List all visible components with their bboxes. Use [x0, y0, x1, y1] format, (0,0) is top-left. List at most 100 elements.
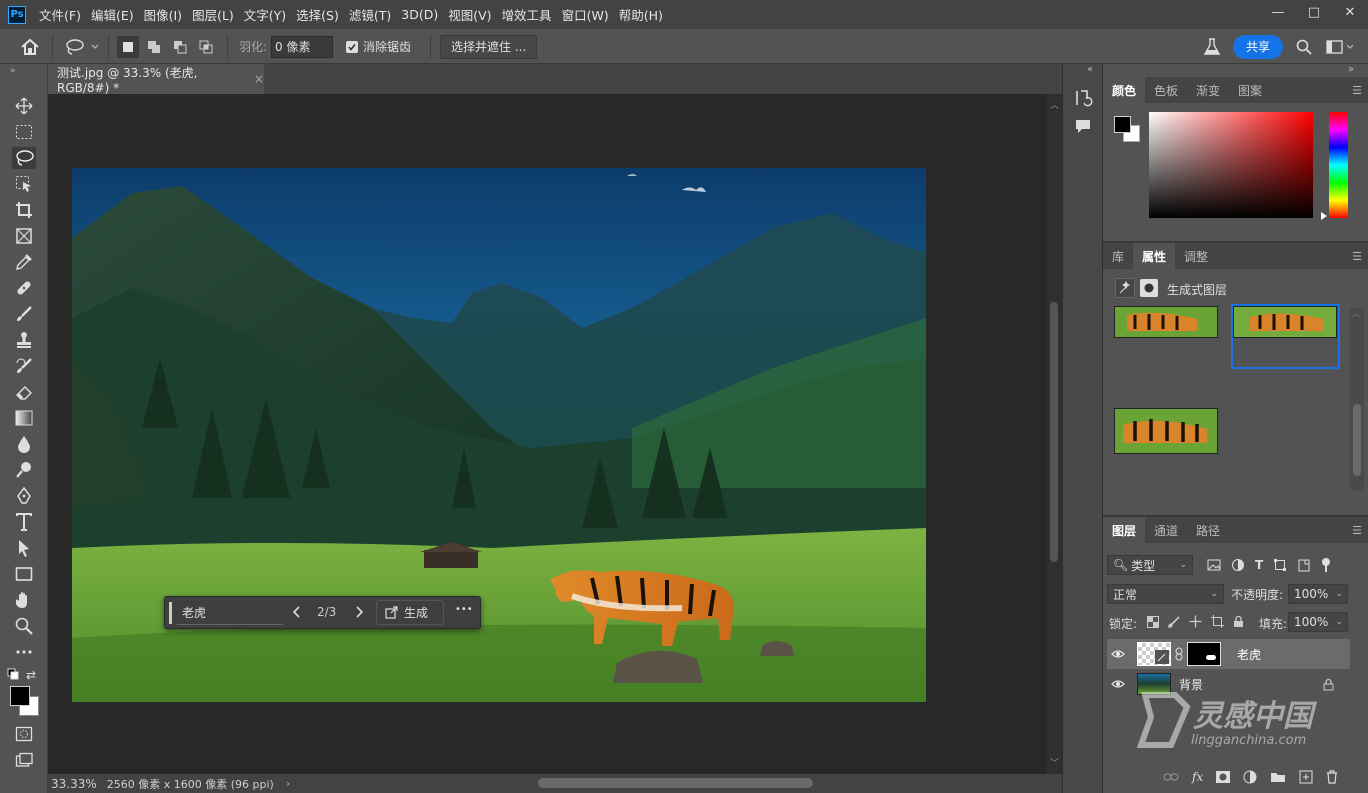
tab-gradients[interactable]: 渐变 [1187, 77, 1229, 103]
add-selection-button[interactable] [143, 36, 165, 58]
fill-input[interactable]: 100% ⌄ [1288, 612, 1348, 632]
type-tool-icon[interactable] [12, 511, 36, 533]
antialias-checkbox[interactable] [346, 40, 358, 53]
quick-mask-icon[interactable] [12, 723, 36, 745]
menu-select[interactable]: 选择(S) [291, 5, 344, 24]
layer-mask-thumbnail[interactable] [1187, 642, 1221, 666]
variation-thumbnail-3[interactable] [1114, 408, 1218, 454]
close-window-button[interactable]: ✕ [1332, 0, 1368, 24]
prompt-input[interactable]: 老虎 [177, 601, 283, 625]
document-tab[interactable]: 测试.jpg @ 33.3% (老虎, RGB/8#) * × [48, 64, 264, 95]
zoom-tool-icon[interactable] [12, 615, 36, 637]
home-icon[interactable] [20, 29, 40, 64]
hand-tool-icon[interactable] [12, 589, 36, 611]
properties-scroll-thumb[interactable] [1353, 404, 1361, 476]
more-tools-icon[interactable] [12, 641, 36, 663]
feather-input[interactable] [271, 35, 334, 58]
flask-icon[interactable] [1204, 29, 1220, 64]
history-brush-tool-icon[interactable] [12, 355, 36, 377]
filter-toggle-icon[interactable] [1321, 557, 1331, 573]
frame-tool-icon[interactable] [12, 225, 36, 247]
menu-view[interactable]: 视图(V) [443, 5, 496, 24]
tab-channels[interactable]: 通道 [1145, 517, 1187, 543]
tab-color[interactable]: 颜色 [1103, 77, 1146, 103]
layer-filter-select[interactable]: 🔍︎ 类型 ⌄ [1107, 555, 1193, 575]
layers-panel-menu-icon[interactable]: ☰ [1352, 524, 1362, 537]
filter-type-icon[interactable]: T [1255, 558, 1263, 572]
blur-tool-icon[interactable] [12, 433, 36, 455]
opacity-input[interactable]: 100% ⌄ [1288, 584, 1348, 604]
default-colors-icon[interactable] [7, 668, 19, 683]
filter-shape-icon[interactable] [1273, 558, 1287, 572]
share-button[interactable]: 共享 [1233, 34, 1283, 59]
link-layers-icon[interactable] [1163, 772, 1179, 782]
search-icon[interactable] [1296, 29, 1312, 64]
menu-plugins[interactable]: 增效工具 [497, 5, 557, 24]
crop-tool-icon[interactable] [12, 199, 36, 221]
menu-3d[interactable]: 3D(D) [396, 7, 443, 22]
properties-scrollbar[interactable]: ︿ [1350, 308, 1364, 490]
lock-position-icon[interactable] [1189, 615, 1202, 628]
vertical-scrollbar[interactable]: ︿ ﹀ [1046, 94, 1062, 774]
variation-thumbnail-1[interactable] [1114, 306, 1218, 338]
tab-properties[interactable]: 属性 [1133, 243, 1176, 269]
intersect-selection-button[interactable] [195, 36, 217, 58]
lock-all-icon[interactable] [1233, 615, 1244, 628]
close-tab-icon[interactable]: × [254, 72, 264, 86]
marquee-tool-icon[interactable] [12, 121, 36, 143]
previous-variation-icon[interactable] [292, 604, 302, 623]
drag-handle[interactable] [169, 602, 172, 624]
history-icon[interactable] [1073, 88, 1093, 111]
new-group-icon[interactable] [1270, 771, 1286, 783]
tab-adjustments[interactable]: 调整 [1175, 243, 1217, 269]
color-field[interactable] [1149, 112, 1313, 218]
layer-style-icon[interactable]: fx [1192, 770, 1203, 784]
pen-tool-icon[interactable] [12, 485, 36, 507]
menu-edit[interactable]: 编辑(E) [86, 5, 139, 24]
lasso-preset-picker[interactable] [64, 29, 100, 64]
visibility-eye-icon[interactable] [1107, 669, 1129, 699]
gradient-tool-icon[interactable] [12, 407, 36, 429]
menu-layer[interactable]: 图层(L) [187, 5, 239, 24]
dodge-tool-icon[interactable] [12, 459, 36, 481]
more-options-icon[interactable]: ••• [455, 604, 473, 615]
comments-icon[interactable] [1074, 118, 1092, 137]
filter-pixel-icon[interactable] [1207, 558, 1221, 572]
screen-mode-icon[interactable] [12, 749, 36, 771]
add-mask-icon[interactable] [1216, 771, 1231, 783]
minimize-button[interactable]: — [1260, 0, 1296, 24]
swap-colors-icon[interactable]: ⇄ [26, 668, 36, 682]
status-info-arrow[interactable]: › [286, 777, 290, 790]
path-selection-tool-icon[interactable] [12, 537, 36, 559]
brush-tool-icon[interactable] [12, 303, 36, 325]
eyedropper-tool-icon[interactable] [12, 251, 36, 273]
generate-button[interactable]: 生成 [376, 600, 444, 625]
hue-slider[interactable] [1329, 112, 1348, 218]
delete-layer-icon[interactable] [1326, 770, 1338, 784]
lasso-tool-icon[interactable] [12, 147, 36, 169]
lock-transparent-icon[interactable] [1147, 615, 1159, 628]
rectangle-tool-icon[interactable] [12, 563, 36, 585]
select-and-mask-button[interactable]: 选择并遮住 ... [440, 34, 538, 59]
maximize-button[interactable]: □ [1296, 0, 1332, 24]
lock-image-icon[interactable] [1168, 615, 1180, 628]
panel-foreground-swatch[interactable] [1114, 116, 1131, 133]
new-selection-button[interactable] [117, 35, 139, 58]
healing-brush-tool-icon[interactable] [12, 277, 36, 299]
properties-panel-menu-icon[interactable]: ☰ [1352, 250, 1362, 263]
tab-patterns[interactable]: 图案 [1229, 77, 1271, 103]
menu-image[interactable]: 图像(I) [139, 5, 187, 24]
object-selection-tool-icon[interactable] [12, 173, 36, 195]
collapse-panel-icon[interactable]: » [10, 66, 16, 76]
next-variation-icon[interactable] [354, 604, 364, 623]
tab-libraries[interactable]: 库 [1103, 243, 1133, 269]
new-layer-icon[interactable] [1299, 770, 1313, 784]
tab-paths[interactable]: 路径 [1187, 517, 1229, 543]
filter-smart-object-icon[interactable] [1297, 558, 1311, 572]
subtract-selection-button[interactable] [169, 36, 191, 58]
link-icon[interactable] [1174, 647, 1184, 661]
eraser-tool-icon[interactable] [12, 381, 36, 403]
menu-help[interactable]: 帮助(H) [614, 5, 668, 24]
blend-mode-select[interactable]: 正常 ⌄ [1107, 584, 1224, 604]
tab-layers[interactable]: 图层 [1103, 517, 1146, 543]
